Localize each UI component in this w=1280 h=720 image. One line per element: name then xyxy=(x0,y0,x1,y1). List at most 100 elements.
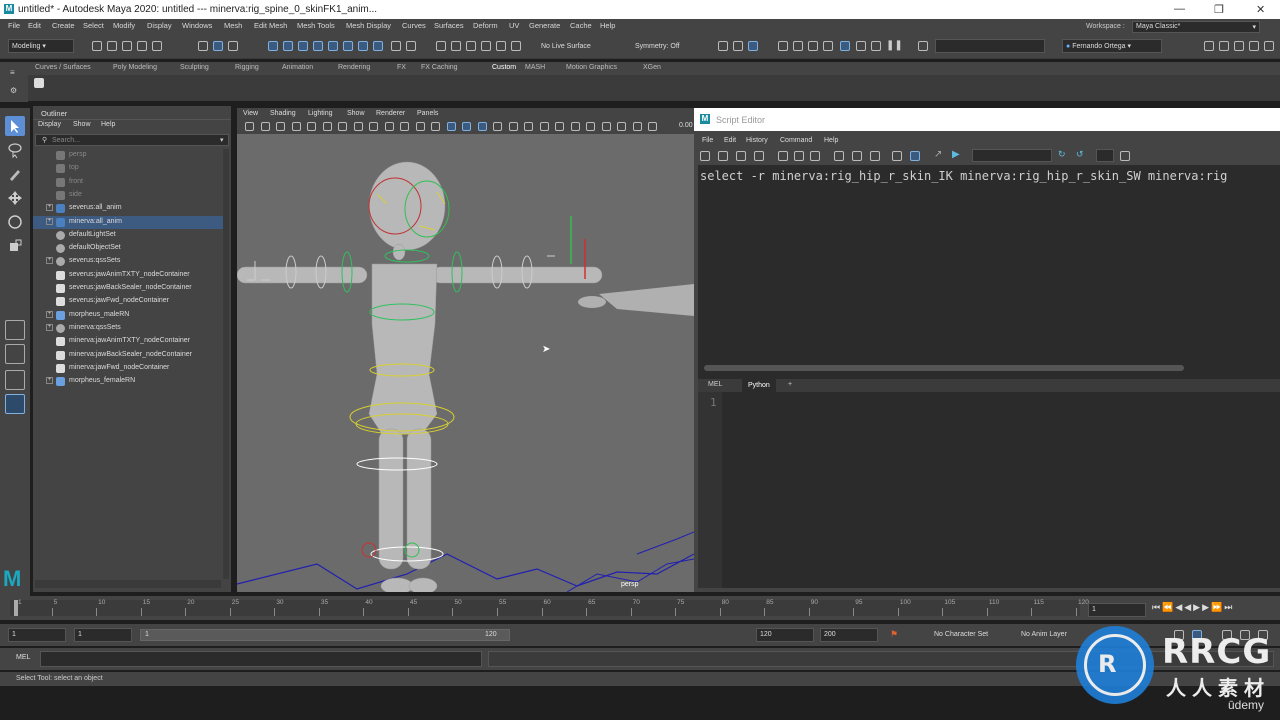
viewport-resolution-gate-icon[interactable] xyxy=(369,122,378,131)
search-prev-icon[interactable]: ↺ xyxy=(1076,149,1084,160)
shelf-tab-curves-surfaces[interactable]: Curves / Surfaces xyxy=(35,64,91,71)
pause-icon[interactable]: ❚❚ xyxy=(886,40,903,51)
snap-together-icon[interactable] xyxy=(436,41,446,51)
execute-all-icon[interactable]: ↗ xyxy=(934,149,942,160)
expand-icon[interactable]: + xyxy=(46,323,53,331)
redo-icon[interactable] xyxy=(152,41,162,51)
viewport-lights-icon[interactable] xyxy=(493,122,502,131)
outliner-item[interactable]: minerva:jawBackSealer_nodeContainer xyxy=(33,349,223,362)
script-input-pane[interactable]: 1 xyxy=(698,392,1280,588)
outliner-menu-show[interactable]: Show xyxy=(73,121,91,128)
soft-select-icon[interactable] xyxy=(358,41,368,51)
command-input[interactable] xyxy=(40,651,482,667)
viewport-image-plane-icon[interactable] xyxy=(276,122,285,131)
outliner-item[interactable]: defaultObjectSet xyxy=(33,242,223,255)
viewport-safe-title-icon[interactable] xyxy=(431,122,440,131)
persp-viewport[interactable]: View Shading Lighting Show Renderer Panels 0.… xyxy=(237,108,694,592)
execute-icon[interactable]: ▶ xyxy=(952,149,960,160)
viewport-menu-panels[interactable]: Panels xyxy=(417,110,438,117)
viewport-shadows-icon[interactable] xyxy=(508,122,518,131)
viewport-wireframe-icon[interactable] xyxy=(446,122,456,131)
outliner-item[interactable]: severus:jawFwd_nodeContainer xyxy=(33,295,223,308)
lasso-tool-icon[interactable] xyxy=(5,140,25,160)
goto-line-icon[interactable] xyxy=(1120,151,1130,161)
menu-cache[interactable]: Cache xyxy=(570,21,592,30)
shelf-tab-fx[interactable]: FX xyxy=(397,64,406,71)
menu-modify[interactable]: Modify xyxy=(113,21,135,30)
menu-help[interactable]: Help xyxy=(600,21,615,30)
snap-live-icon[interactable] xyxy=(328,41,338,51)
show-both-icon[interactable] xyxy=(870,151,880,161)
menu-curves[interactable]: Curves xyxy=(402,21,426,30)
maximize-icon[interactable]: ❐ xyxy=(1214,3,1224,16)
range-bar[interactable]: 1 120 xyxy=(140,629,510,641)
viewport-isolate-icon[interactable] xyxy=(570,122,580,131)
magnet-icon[interactable] xyxy=(406,41,416,51)
outliner-item[interactable]: + minerva:qssSets xyxy=(33,322,223,335)
reflection-icon[interactable] xyxy=(373,41,383,51)
script-search-field[interactable] xyxy=(972,149,1052,162)
workspace-dropdown[interactable]: Maya Classic* ▾ xyxy=(1132,21,1260,33)
menu-mesh[interactable]: Mesh xyxy=(224,21,242,30)
echo-all-icon[interactable] xyxy=(778,151,788,161)
viewport-camera-attr-icon[interactable] xyxy=(245,122,254,131)
outliner-item[interactable]: severus:jawBackSealer_nodeContainer xyxy=(33,282,223,295)
expand-icon[interactable]: + xyxy=(46,204,53,212)
search-icon[interactable]: ↻ xyxy=(1058,149,1066,160)
menu-edit[interactable]: Edit xyxy=(28,21,41,30)
new-scene-icon[interactable] xyxy=(92,41,102,51)
menu-generate[interactable]: Generate xyxy=(529,21,560,30)
clear-history-icon[interactable] xyxy=(794,151,804,161)
play-back-icon[interactable]: ◀ xyxy=(1184,602,1193,612)
shelf-tab-xgen[interactable]: XGen xyxy=(643,64,661,71)
viewport-smooth-shade-icon[interactable] xyxy=(462,122,471,131)
script-menu-help[interactable]: Help xyxy=(824,137,838,144)
arnold-icon[interactable] xyxy=(840,41,850,51)
live-surface-label[interactable]: No Live Surface xyxy=(541,43,591,50)
current-time-marker[interactable] xyxy=(14,600,18,616)
script-tab-python[interactable]: Python xyxy=(742,379,776,392)
line-numbers-icon[interactable] xyxy=(892,151,902,161)
shelf-tab-rendering[interactable]: Rendering xyxy=(338,64,370,71)
select-tool-icon[interactable] xyxy=(5,116,25,136)
expand-icon[interactable]: + xyxy=(46,310,53,318)
command-lang[interactable]: MEL xyxy=(16,654,30,661)
anim-layer-dropdown[interactable]: No Anim Layer xyxy=(1021,631,1067,638)
outliner-item[interactable]: + severus:qssSets xyxy=(33,255,223,268)
menu-display[interactable]: Display xyxy=(147,21,172,30)
shelf-tab-sculpting[interactable]: Sculpting xyxy=(180,64,209,71)
snap-edge-icon[interactable] xyxy=(481,41,491,51)
modeling-toolkit-icon[interactable] xyxy=(1204,41,1214,51)
script-menu-file[interactable]: File xyxy=(702,137,713,144)
save-shelf-icon[interactable] xyxy=(754,151,764,161)
script-tab-mel[interactable]: MEL xyxy=(708,381,722,388)
source-script-icon[interactable] xyxy=(718,151,728,161)
outliner-search[interactable]: ⚲ Search... ▾ xyxy=(35,134,229,146)
render-setup-icon[interactable] xyxy=(808,41,818,51)
shelf-tab-custom[interactable]: Custom xyxy=(492,64,516,71)
render-icon[interactable] xyxy=(733,41,743,51)
go-start-icon[interactable]: ⏮ xyxy=(1152,602,1162,612)
ipr-render-icon[interactable] xyxy=(748,41,758,51)
step-forward-key-icon[interactable]: ⏩ xyxy=(1211,602,1224,612)
time-slider[interactable]: 1 5 10 15 20 25 30 35 40 45 50 55 60 65 70 75 80 85 90 95 10… xyxy=(0,596,1280,620)
menu-create[interactable]: Create xyxy=(52,21,75,30)
outliner-item[interactable]: side xyxy=(33,189,223,202)
input-box-icon[interactable] xyxy=(918,41,928,51)
auto-key-icon[interactable]: ⚑ xyxy=(890,629,898,640)
go-end-icon[interactable]: ⏭ xyxy=(1224,602,1234,612)
viewport-menu-shading[interactable]: Shading xyxy=(270,110,296,117)
viewport-menu-lighting[interactable]: Lighting xyxy=(308,110,333,117)
character-set-dropdown[interactable]: No Character Set xyxy=(934,631,988,638)
open-scene-icon[interactable] xyxy=(107,41,117,51)
outliner-item[interactable]: minerva:jawAnimTXTY_nodeContainer xyxy=(33,335,223,348)
viewport-xray-icon[interactable] xyxy=(586,122,595,131)
select-component-icon[interactable] xyxy=(228,41,238,51)
rotate-tool-icon[interactable] xyxy=(5,212,25,232)
select-hierarchy-icon[interactable] xyxy=(198,41,208,51)
playback-controls[interactable]: ⏮⏪◀◀▶▶⏩⏭ xyxy=(1152,602,1234,613)
save-script-icon[interactable] xyxy=(736,151,746,161)
scene-end-field[interactable]: 200 xyxy=(820,628,878,642)
render-settings-icon[interactable] xyxy=(778,41,788,51)
menu-uv[interactable]: UV xyxy=(509,21,519,30)
